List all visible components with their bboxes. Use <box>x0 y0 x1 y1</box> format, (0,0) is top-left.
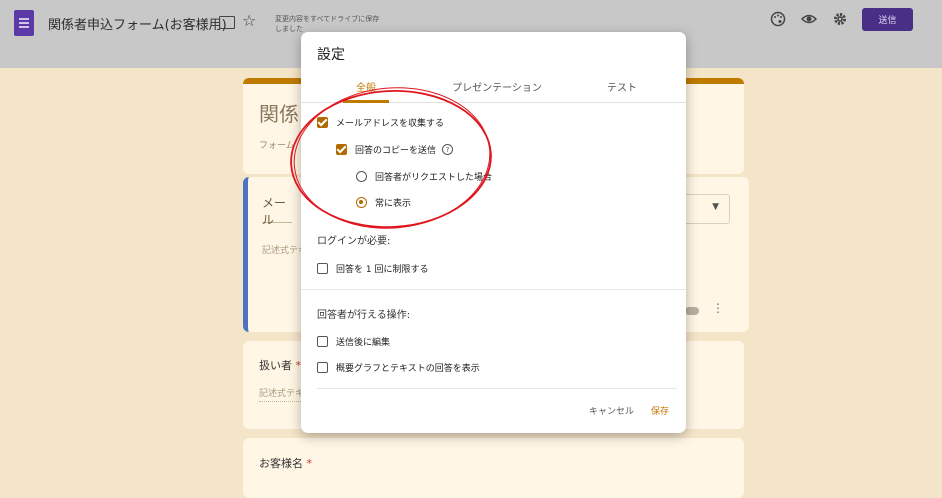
more-vert-icon[interactable]: ⋮ <box>712 301 724 315</box>
save-status: 変更内容をすべてドライブに保存しました <box>275 15 380 33</box>
respondent-section-heading: 回答者が行える操作: <box>317 310 411 321</box>
collect-email-option[interactable]: メールアドレスを収集する <box>317 116 444 129</box>
section-divider <box>301 289 686 290</box>
eye-icon[interactable] <box>801 11 817 27</box>
question-title: お客様名 * <box>259 457 312 470</box>
view-summary-option[interactable]: 概要グラフとテキストの回答を表示 <box>317 361 480 374</box>
always-radio[interactable] <box>356 197 367 208</box>
send-button[interactable]: 送信 <box>862 8 913 31</box>
help-icon[interactable]: ? <box>442 144 454 155</box>
on-request-radio[interactable] <box>356 171 367 182</box>
send-copy-option[interactable]: 回答のコピーを送信 ? <box>336 143 454 156</box>
form-title: 関係 <box>259 102 299 126</box>
copy-option-always[interactable]: 常に表示 <box>356 196 411 209</box>
document-title[interactable]: 関係者申込フォーム(お客様用) <box>48 14 227 33</box>
login-section-heading: ログインが必要: <box>317 236 391 247</box>
limit-one-label: 回答を 1 回に制限する <box>336 265 429 275</box>
send-copy-checkbox[interactable] <box>336 144 347 155</box>
question-title: メール <box>262 194 292 227</box>
question-card-customer[interactable]: お客様名 * <box>243 438 744 498</box>
tab-test[interactable]: テスト <box>597 79 647 94</box>
limit-one-checkbox[interactable] <box>317 263 328 274</box>
save-button[interactable]: 保存 <box>651 404 669 417</box>
view-summary-label: 概要グラフとテキストの回答を表示 <box>336 364 480 374</box>
cancel-button[interactable]: キャンセル <box>589 404 634 417</box>
limit-one-option[interactable]: 回答を 1 回に制限する <box>317 262 428 275</box>
settings-tabs: 全般 プレゼンテーション テスト <box>301 74 686 103</box>
dialog-title: 設定 <box>317 47 345 63</box>
question-title: 扱い者 * <box>259 359 301 372</box>
active-tab-indicator <box>343 100 389 103</box>
footer-divider <box>317 388 677 389</box>
always-label: 常に表示 <box>375 199 412 209</box>
on-request-label: 回答者がリクエストした場合 <box>375 173 493 183</box>
forms-logo-icon[interactable] <box>14 10 34 36</box>
tab-general[interactable]: 全般 <box>343 79 389 94</box>
required-toggle[interactable] <box>685 307 699 315</box>
dropdown-arrow-icon: ▼ <box>712 202 719 212</box>
palette-icon[interactable] <box>770 11 786 27</box>
edit-after-option[interactable]: 送信後に編集 <box>317 335 390 348</box>
gear-icon[interactable] <box>832 11 848 27</box>
folder-icon[interactable] <box>219 16 235 29</box>
star-icon[interactable]: ☆ <box>242 11 256 30</box>
send-copy-label: 回答のコピーを送信 <box>355 146 437 156</box>
collect-email-label: メールアドレスを収集する <box>336 119 445 129</box>
edit-after-checkbox[interactable] <box>317 336 328 347</box>
edit-after-label: 送信後に編集 <box>336 338 391 348</box>
settings-dialog: 設定 全般 プレゼンテーション テスト メールアドレスを収集する 回答のコピーを… <box>301 32 686 433</box>
tab-presentation[interactable]: プレゼンテーション <box>437 79 557 94</box>
collect-email-checkbox[interactable] <box>317 117 328 128</box>
form-description: フォーム <box>259 141 295 151</box>
copy-option-on-request[interactable]: 回答者がリクエストした場合 <box>356 170 492 183</box>
view-summary-checkbox[interactable] <box>317 362 328 373</box>
